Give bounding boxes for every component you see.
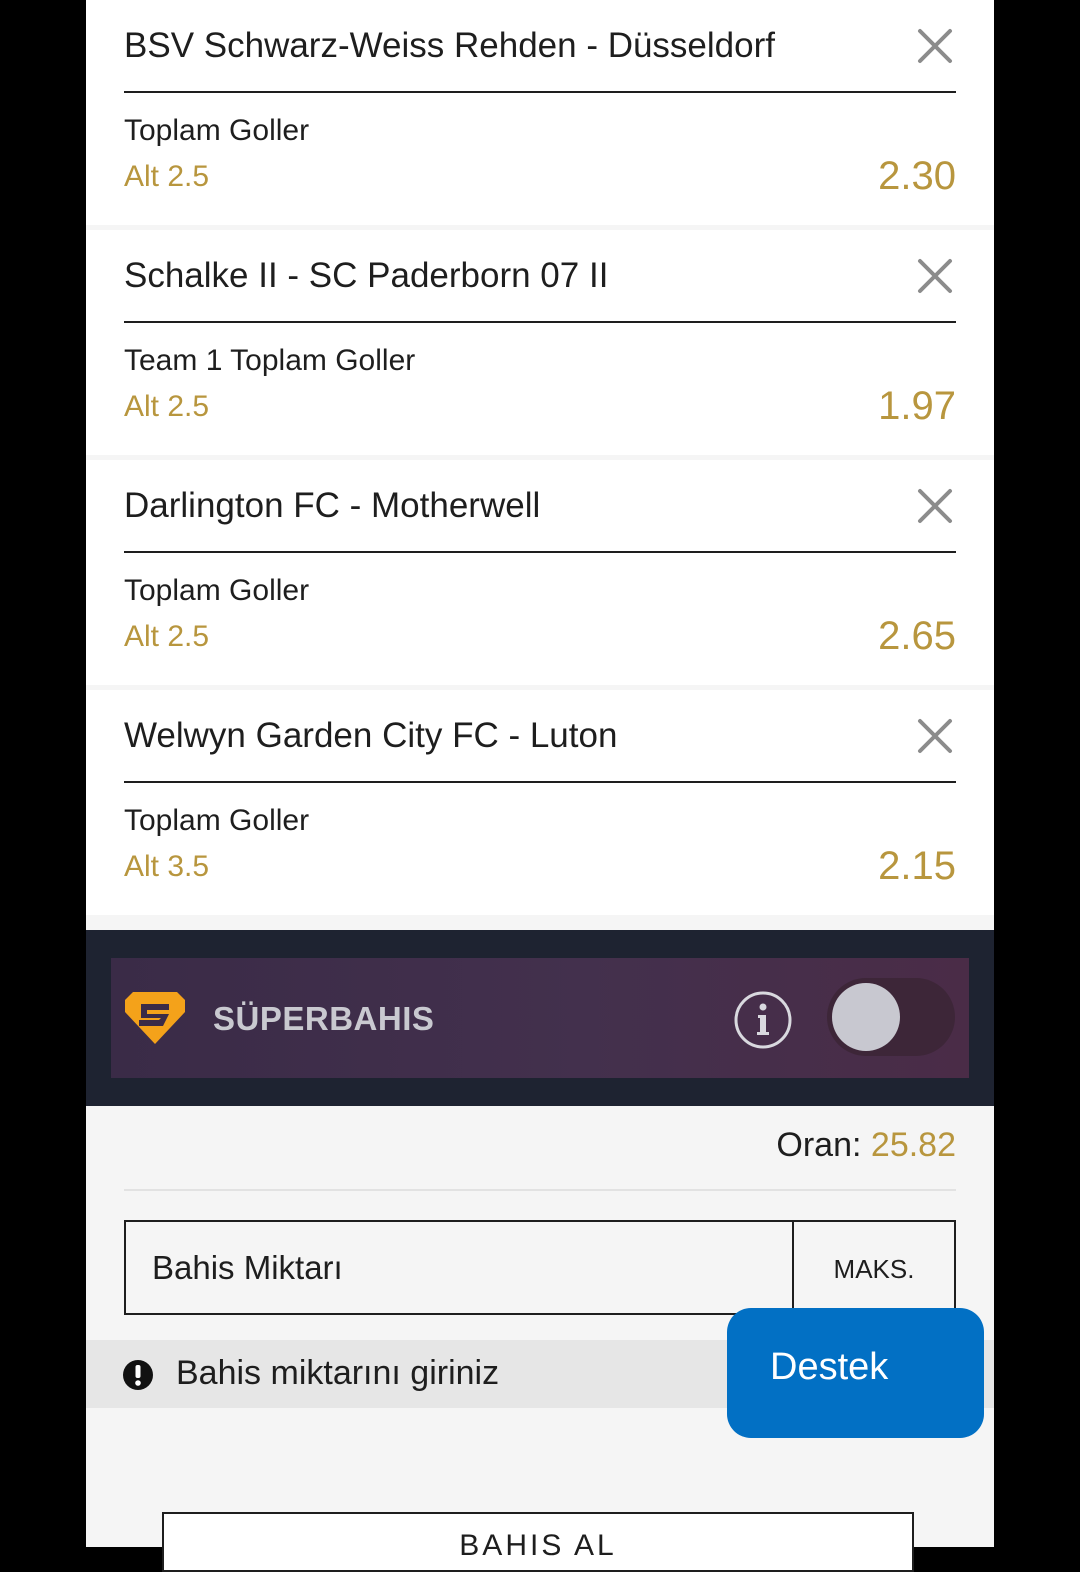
support-label: Destek: [770, 1346, 889, 1388]
divider: [124, 91, 956, 93]
total-odds: Oran: 25.82: [776, 1126, 956, 1165]
market-name: Toplam Goller: [124, 574, 310, 607]
support-button[interactable]: Destek: [727, 1308, 984, 1438]
selection-name: Alt 2.5: [124, 160, 210, 193]
superbahis-bar: SÜPERBAHIS: [111, 958, 969, 1078]
divider: [124, 1189, 956, 1191]
bet-card: BSV Schwarz-Weiss Rehden - Düsseldorf To…: [86, 0, 994, 225]
bet-card: Schalke II - SC Paderborn 07 II Team 1 T…: [86, 230, 994, 455]
odd-value: 2.30: [878, 154, 956, 198]
stake-box: MAKS.: [124, 1220, 956, 1315]
close-icon[interactable]: [916, 27, 954, 65]
match-name: BSV Schwarz-Weiss Rehden - Düsseldorf: [124, 26, 775, 65]
total-odds-label: Oran:: [776, 1126, 862, 1164]
match-name: Welwyn Garden City FC - Luton: [124, 716, 618, 755]
selection-name: Alt 2.5: [124, 390, 210, 423]
close-icon[interactable]: [916, 717, 954, 755]
selection-name: Alt 2.5: [124, 620, 210, 653]
divider: [124, 781, 956, 783]
market-name: Toplam Goller: [124, 804, 310, 837]
stake-input[interactable]: [126, 1222, 792, 1313]
close-icon[interactable]: [916, 487, 954, 525]
max-button[interactable]: MAKS.: [792, 1222, 954, 1313]
superbahis-label: SÜPERBAHIS: [213, 1000, 435, 1037]
close-icon[interactable]: [916, 257, 954, 295]
superbahis-section: SÜPERBAHIS: [86, 930, 994, 1106]
bet-card: Welwyn Garden City FC - Luton Toplam Gol…: [86, 690, 994, 915]
superbahis-logo-icon: [123, 990, 187, 1046]
info-icon[interactable]: [733, 990, 793, 1050]
warning-text: Bahis miktarını giriniz: [176, 1354, 500, 1392]
place-bet-button[interactable]: BAHIS AL: [162, 1512, 914, 1572]
match-name: Darlington FC - Motherwell: [124, 486, 541, 525]
odd-value: 2.15: [878, 844, 956, 888]
toggle-knob: [832, 983, 900, 1051]
total-odds-value: 25.82: [870, 1126, 956, 1164]
odd-value: 2.65: [878, 614, 956, 658]
match-name: Schalke II - SC Paderborn 07 II: [124, 256, 609, 295]
odd-value: 1.97: [878, 384, 956, 428]
market-name: Toplam Goller: [124, 114, 310, 147]
superbahis-toggle[interactable]: [827, 978, 955, 1056]
bet-card: Darlington FC - Motherwell Toplam Goller…: [86, 460, 994, 685]
divider: [124, 321, 956, 323]
divider: [124, 551, 956, 553]
market-name: Team 1 Toplam Goller: [124, 344, 416, 377]
selection-name: Alt 3.5: [124, 850, 210, 883]
exclamation-circle-icon: [122, 1359, 154, 1391]
